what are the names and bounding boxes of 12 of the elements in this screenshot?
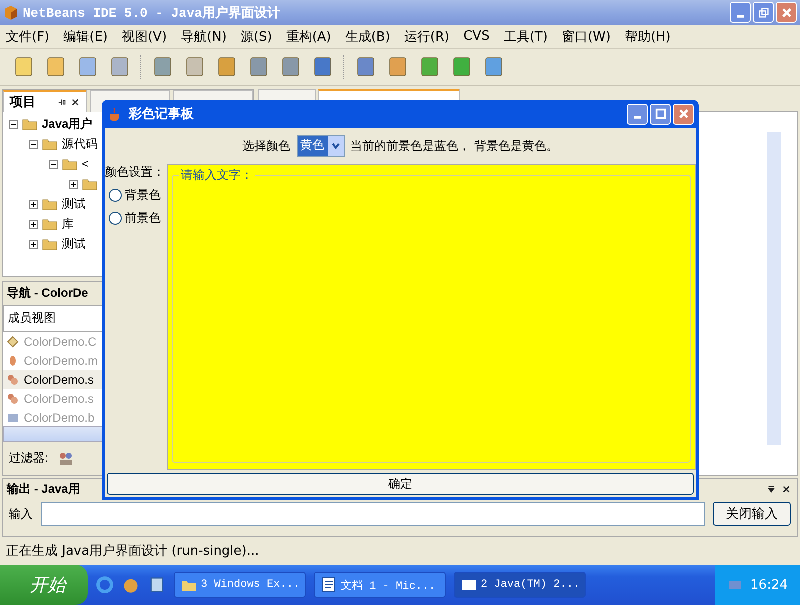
filter-label: 过滤器:: [9, 450, 48, 467]
panel-header: 导航 - ColorDe: [6, 285, 90, 302]
input-label: 输入: [9, 506, 33, 522]
status-text: 正在生成 Java用户界面设计 (run-single)...: [5, 543, 260, 561]
color-label: 选择颜色: [242, 138, 291, 154]
dialog-title: 彩色记事板: [129, 106, 195, 123]
color-status-text: 当前的前景色是蓝色， 背景色是黄色。: [350, 138, 558, 154]
settings-label: 颜色设置：: [105, 164, 166, 181]
window-title: NetBeans IDE 5.0 - Java用户界面设计: [23, 4, 282, 22]
panel-header: 输出 - Java用: [6, 481, 82, 498]
text-area-legend: 请输入文字：: [179, 167, 255, 184]
clock: 16:24: [750, 578, 788, 592]
